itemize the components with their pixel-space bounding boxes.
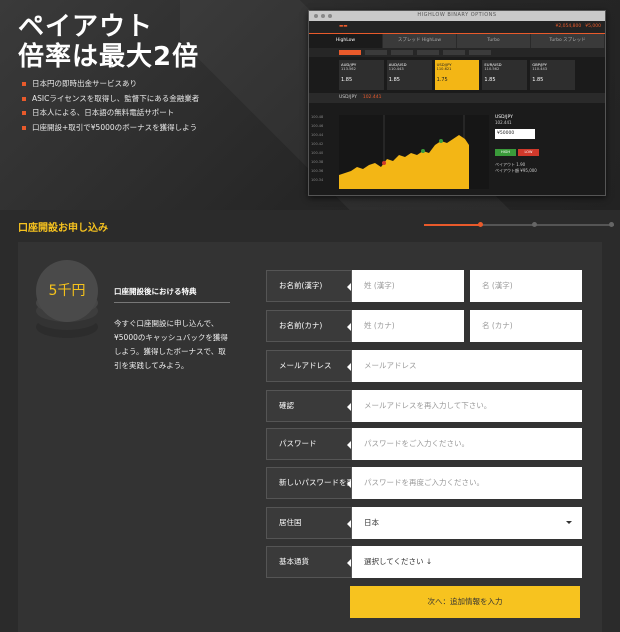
mockup-titlebar: HIGHLOW BINARY OPTIONS — [309, 11, 605, 21]
feature-item: 日本円の即時出金サービスあり — [22, 77, 199, 92]
email-confirm-input[interactable]: メールアドレスを再入力して下さい。 — [352, 390, 582, 422]
row-password-repeat: 新しいパスワードを再 パスワードを再度ご入力ください。 — [266, 467, 582, 499]
last-name-kana-input[interactable]: 姓 (カナ) — [352, 310, 464, 342]
divider — [114, 302, 230, 303]
row-email: メールアドレス メールアドレス — [266, 350, 582, 382]
mockup-topbar: ▬▬ ¥2,054,800 ¥5,000 — [309, 21, 605, 34]
last-name-kanji-input[interactable]: 姓 (漢字) — [352, 270, 464, 302]
mockup-buttons: HIGH LOW — [495, 149, 553, 156]
step-dot — [609, 222, 614, 227]
mockup-chart-svg — [339, 115, 469, 189]
mockup-trade-panel: USD/JPY 102.441 ¥50000 HIGH LOW ペイアウト 1.… — [495, 115, 553, 189]
label-email: メールアドレス — [266, 350, 352, 382]
label-country: 居住国 — [266, 507, 352, 539]
mockup-pair-price: 102.441 — [362, 95, 382, 100]
password-input[interactable]: パスワードをご入力ください。 — [352, 428, 582, 460]
coin-icon: 5千円 — [36, 260, 98, 322]
mockup-asset-card: USD/JPY 110.621 1.75 — [434, 60, 480, 90]
hero-title-line1: ペイアウト — [18, 12, 154, 42]
mockup-pair: USD/JPY — [339, 95, 357, 100]
mockup-brand: HIGHLOW BINARY OPTIONS — [417, 12, 497, 18]
country-value: 日本 — [364, 518, 379, 527]
bullet-icon — [22, 125, 26, 130]
mockup-low-button: LOW — [518, 149, 539, 156]
feature-text: 日本人による、日本語の無料電話サポート — [32, 108, 175, 117]
hero-title-line2: 倍率は最大2倍 — [18, 42, 200, 72]
feature-text: 口座開設+取引で¥5000のボーナスを獲得しよう — [32, 122, 198, 132]
mockup-balance-value: ¥2,054,800 — [555, 24, 582, 29]
dropdown-arrow-icon — [566, 521, 572, 524]
mockup-high-button: HIGH — [495, 149, 516, 156]
mockup-tab: Turbo — [457, 34, 531, 48]
country-select[interactable]: 日本 — [352, 507, 582, 539]
bonus-title: 口座開設後における特典 — [114, 287, 197, 296]
platform-screenshot: HIGHLOW BINARY OPTIONS ▬▬ ¥2,054,800 ¥5,… — [308, 10, 606, 196]
mockup-price-chart — [339, 115, 489, 189]
bullet-icon — [22, 96, 26, 101]
row-name-kanji: お名前(漢字) 姓 (漢字) 名 (漢字) — [266, 270, 582, 302]
mockup-asset-card: AUD/JPY 113.562 1.85 — [339, 60, 384, 90]
mockup-menu: ▬▬ — [339, 24, 348, 29]
mockup-tab: スプレッド HighLow — [383, 34, 457, 48]
label-name-kana: お名前(カナ) — [266, 310, 352, 342]
signup-panel: 5千円 口座開設後における特典 今すぐ口座開設に申し込んで、¥5000のキャッシ… — [18, 242, 602, 632]
row-password: パスワード パスワードをご入力ください。 — [266, 428, 582, 460]
mockup-amount: ¥50000 — [495, 129, 535, 139]
email-input[interactable]: メールアドレス — [352, 350, 582, 382]
mockup-asset-card: AUD/USD 110.443 1.85 — [386, 60, 432, 90]
row-confirm: 確認 メールアドレスを再入力して下さい。 — [266, 390, 582, 422]
label-currency: 基本通貨 — [266, 546, 352, 578]
next-button[interactable]: 次へ：追加情報を入力 — [350, 586, 580, 618]
mockup-subtabs — [309, 48, 605, 57]
hero-banner: ペイアウト 倍率は最大2倍 日本円の即時出金サービスあり ASICライセンスを取… — [0, 0, 620, 210]
password-repeat-input[interactable]: パスワードを再度ご入力ください。 — [352, 467, 582, 499]
feature-text: 日本円の即時出金サービスあり — [32, 79, 137, 88]
label-confirm: 確認 — [266, 390, 352, 422]
mockup-pair-bar: USD/JPY 102.441 — [309, 93, 605, 103]
mockup-tab: Turbo スプレッド — [531, 34, 605, 48]
hero-title: ペイアウト 倍率は最大2倍 — [18, 12, 199, 72]
step-dot — [532, 222, 537, 227]
step-progress-fill — [424, 224, 482, 226]
mockup-asset-card: GBP/JPY 110.443 1.85 — [530, 60, 575, 90]
feature-text: ASICライセンスを取得し、監督下にある金融業者 — [32, 93, 200, 103]
bonus-text: 今すぐ口座開設に申し込んで、¥5000のキャッシュバックを獲得しよう。獲得したボ… — [114, 319, 228, 370]
feature-item: ASICライセンスを取得し、監督下にある金融業者 — [22, 92, 199, 107]
mockup-return: ペイアウト額 ¥95,000 — [495, 168, 537, 173]
mockup-assets: AUD/JPY 113.562 1.85 AUD/USD 110.443 1.85 US… — [309, 57, 605, 93]
bullet-icon — [22, 111, 26, 115]
mockup-tab: HighLow — [309, 34, 383, 48]
bullet-icon — [22, 82, 26, 86]
step-progress — [424, 222, 614, 227]
section-title: 口座開設お申し込み — [18, 223, 108, 234]
label-password: パスワード — [266, 428, 352, 460]
mockup-axis: 100.48 100.46 100.44 100.42 100.40 100.3… — [311, 115, 324, 182]
row-currency: 基本通貨 選択してください ↓ — [266, 546, 582, 578]
row-country: 居住国 日本 — [266, 507, 582, 539]
first-name-kanji-input[interactable]: 名 (漢字) — [470, 270, 582, 302]
mockup-asset-card: EUR/USD 110.562 1.85 — [482, 60, 528, 90]
label-name-kanji: お名前(漢字) — [266, 270, 352, 302]
currency-select[interactable]: 選択してください ↓ — [352, 546, 582, 578]
label-password-repeat: 新しいパスワードを再 — [266, 467, 352, 499]
step-dot-active — [478, 222, 483, 227]
mockup-tabs: HighLow スプレッド HighLow Turbo Turbo スプレッド — [309, 34, 605, 48]
feature-item: 日本人による、日本語の無料電話サポート — [22, 106, 199, 121]
first-name-kana-input[interactable]: 名 (カナ) — [470, 310, 582, 342]
feature-item: 口座開設+取引で¥5000のボーナスを獲得しよう — [22, 121, 199, 136]
mockup-bonus-value: ¥5,000 — [585, 24, 601, 29]
mockup-side-price: 102.441 — [495, 120, 512, 125]
feature-list: 日本円の即時出金サービスあり ASICライセンスを取得し、監督下にある金融業者 … — [22, 77, 199, 135]
row-name-kana: お名前(カナ) 姓 (カナ) 名 (カナ) — [266, 310, 582, 342]
mockup-balance: ¥2,054,800 ¥5,000 — [555, 24, 601, 29]
